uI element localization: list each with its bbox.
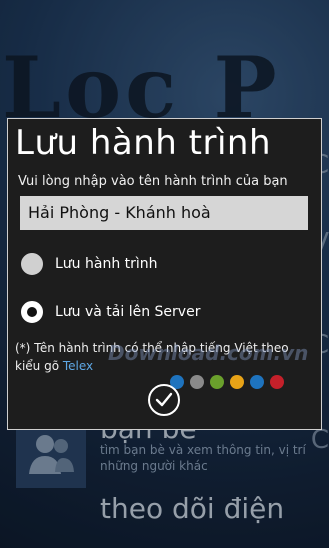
radio-save-trip[interactable]: Lưu hành trình (21, 253, 158, 275)
radio-save-trip-label: Lưu hành trình (55, 256, 158, 272)
confirm-check-button[interactable] (148, 384, 180, 416)
watermark-dot (250, 375, 264, 389)
trip-name-input[interactable] (20, 196, 308, 230)
save-trip-dialog: Lưu hành trình Vui lòng nhập vào tên hàn… (7, 118, 322, 430)
watermark-dot (210, 375, 224, 389)
telex-note-text: (*) Tên hành trình có thể nhập tiếng Việ… (15, 341, 289, 373)
telex-link[interactable]: Telex (63, 359, 93, 373)
watermark-dot (270, 375, 284, 389)
radio-save-upload[interactable]: Lưu và tải lên Server (21, 301, 200, 323)
check-icon (155, 392, 173, 407)
radio-save-trip-circle[interactable] (21, 253, 43, 275)
dialog-prompt: Vui lòng nhập vào tên hành trình của bạn (18, 174, 288, 189)
radio-save-upload-circle[interactable] (21, 301, 43, 323)
telex-note: (*) Tên hành trình có thể nhập tiếng Việ… (15, 339, 310, 375)
radio-save-upload-label: Lưu và tải lên Server (55, 304, 201, 320)
dialog-title: Lưu hành trình (15, 123, 271, 163)
watermark-dots (170, 375, 284, 389)
watermark-dot (190, 375, 204, 389)
watermark-dot (230, 375, 244, 389)
